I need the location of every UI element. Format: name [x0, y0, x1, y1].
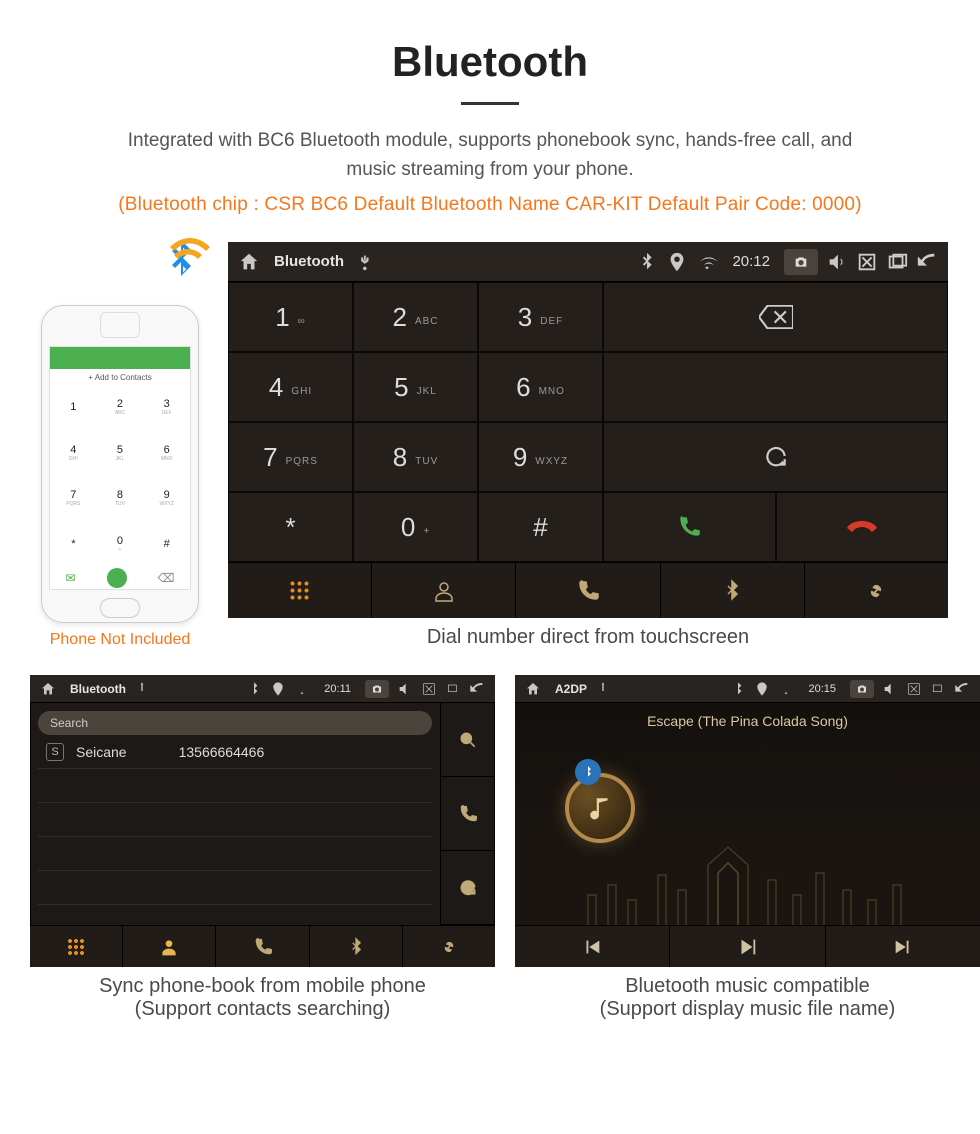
contact-row[interactable]: S Seicane 13566664466: [38, 735, 432, 769]
music-caption: Bluetooth music compatible (Support disp…: [515, 975, 980, 1021]
wifi-icon: [294, 681, 310, 697]
backspace-button[interactable]: [603, 282, 948, 352]
next-track-button[interactable]: [826, 926, 980, 967]
phone-mockup: + Add to Contacts 12ABC3DEF4GHI5JKL6MNO7…: [41, 305, 199, 623]
close-app-icon[interactable]: [421, 681, 437, 697]
clock: 20:12: [732, 253, 770, 270]
nav-link[interactable]: [403, 926, 495, 967]
nav-contacts[interactable]: [123, 926, 216, 967]
topbar-title: A2DP: [555, 682, 587, 696]
back-icon[interactable]: [469, 681, 485, 697]
bluetooth-status-icon: [730, 681, 746, 697]
dial-key-9[interactable]: 9WXYZ: [478, 422, 603, 492]
blank-row: [603, 352, 948, 422]
usb-icon: [352, 251, 374, 273]
phonebook-caption: Sync phone-book from mobile phone (Suppo…: [30, 975, 495, 1021]
dial-key-2[interactable]: 2ABC: [353, 282, 478, 352]
topbar-title: Bluetooth: [274, 253, 344, 270]
dial-key-3[interactable]: 3DEF: [478, 282, 603, 352]
dial-key-*[interactable]: *: [228, 492, 353, 562]
dial-key-#[interactable]: #: [478, 492, 603, 562]
topbar-title: Bluetooth: [70, 682, 126, 696]
page-title: Bluetooth: [30, 38, 950, 86]
clock: 20:15: [808, 683, 836, 695]
location-icon: [666, 251, 688, 273]
dial-key-4[interactable]: 4GHI: [228, 352, 353, 422]
volume-icon[interactable]: [882, 681, 898, 697]
spec-line: (Bluetooth chip : CSR BC6 Default Blueto…: [30, 194, 950, 216]
volume-icon[interactable]: [826, 251, 848, 273]
add-to-contacts-label: + Add to Contacts: [50, 369, 190, 384]
wifi-icon: [696, 251, 718, 273]
dialer-caption: Dial number direct from touchscreen: [228, 626, 948, 649]
nav-dialpad[interactable]: [30, 926, 123, 967]
camera-button[interactable]: [365, 680, 389, 698]
search-input[interactable]: Search: [38, 711, 432, 735]
nav-recent[interactable]: [216, 926, 309, 967]
location-icon: [754, 681, 770, 697]
contact-name: Seicane: [76, 744, 127, 760]
home-icon[interactable]: [40, 681, 56, 697]
clock: 20:11: [324, 683, 351, 695]
headunit-dialer: Bluetooth 20:12 1∞2ABC3DEF 4GHI5JKL6MNO 7P…: [228, 242, 948, 618]
back-icon[interactable]: [954, 681, 970, 697]
back-icon[interactable]: [916, 251, 938, 273]
play-pause-button[interactable]: [670, 926, 825, 967]
headunit-music: A2DP 20:15 Escape (The Pina Colada Song): [515, 675, 980, 967]
location-icon: [270, 681, 286, 697]
song-title: Escape (The Pina Colada Song): [515, 703, 980, 729]
dial-key-5[interactable]: 5JKL: [353, 352, 478, 422]
description-line1: Integrated with BC6 Bluetooth module, su…: [60, 127, 920, 156]
bluetooth-badge-icon: [575, 759, 601, 785]
wifi-icon: [778, 681, 794, 697]
redial-button[interactable]: [603, 422, 948, 492]
bottom-nav: [228, 562, 948, 618]
volume-icon[interactable]: [397, 681, 413, 697]
close-app-icon[interactable]: [906, 681, 922, 697]
home-icon[interactable]: [238, 251, 260, 273]
usb-icon: [595, 681, 611, 697]
nav-dialpad[interactable]: [228, 563, 372, 618]
recent-apps-icon[interactable]: [930, 681, 946, 697]
contact-number: 13566664466: [179, 744, 265, 760]
bluetooth-status-icon: [246, 681, 262, 697]
recent-apps-icon[interactable]: [445, 681, 461, 697]
call-button[interactable]: [603, 492, 776, 562]
camera-button[interactable]: [784, 249, 818, 275]
description-line2: music streaming from your phone.: [60, 156, 920, 185]
usb-icon: [134, 681, 150, 697]
camera-button[interactable]: [850, 680, 874, 698]
bluetooth-status-icon: [636, 251, 658, 273]
nav-link[interactable]: [805, 563, 948, 618]
headunit-phonebook: Bluetooth 20:11 Search: [30, 675, 495, 967]
sync-button[interactable]: [440, 851, 495, 925]
dial-key-8[interactable]: 8TUV: [353, 422, 478, 492]
nav-contacts[interactable]: [372, 563, 516, 618]
nav-bluetooth[interactable]: [310, 926, 403, 967]
close-app-icon[interactable]: [856, 251, 878, 273]
dial-key-1[interactable]: 1∞: [228, 282, 353, 352]
title-underline: [461, 102, 519, 105]
bluetooth-icon: [146, 225, 216, 295]
hangup-button[interactable]: [776, 492, 949, 562]
status-bar: Bluetooth 20:12: [228, 242, 948, 282]
album-art-icon: [565, 773, 635, 843]
dial-key-6[interactable]: 6MNO: [478, 352, 603, 422]
recent-apps-icon[interactable]: [886, 251, 908, 273]
dial-key-7[interactable]: 7PQRS: [228, 422, 353, 492]
nav-recent[interactable]: [516, 563, 660, 618]
home-icon[interactable]: [525, 681, 541, 697]
phone-caption: Phone Not Included: [30, 631, 210, 649]
nav-bluetooth[interactable]: [661, 563, 805, 618]
prev-track-button[interactable]: [515, 926, 670, 967]
search-button[interactable]: [440, 703, 495, 777]
call-contact-button[interactable]: [440, 777, 495, 851]
dial-key-0[interactable]: 0+: [353, 492, 478, 562]
contact-initial-badge: S: [46, 743, 64, 761]
